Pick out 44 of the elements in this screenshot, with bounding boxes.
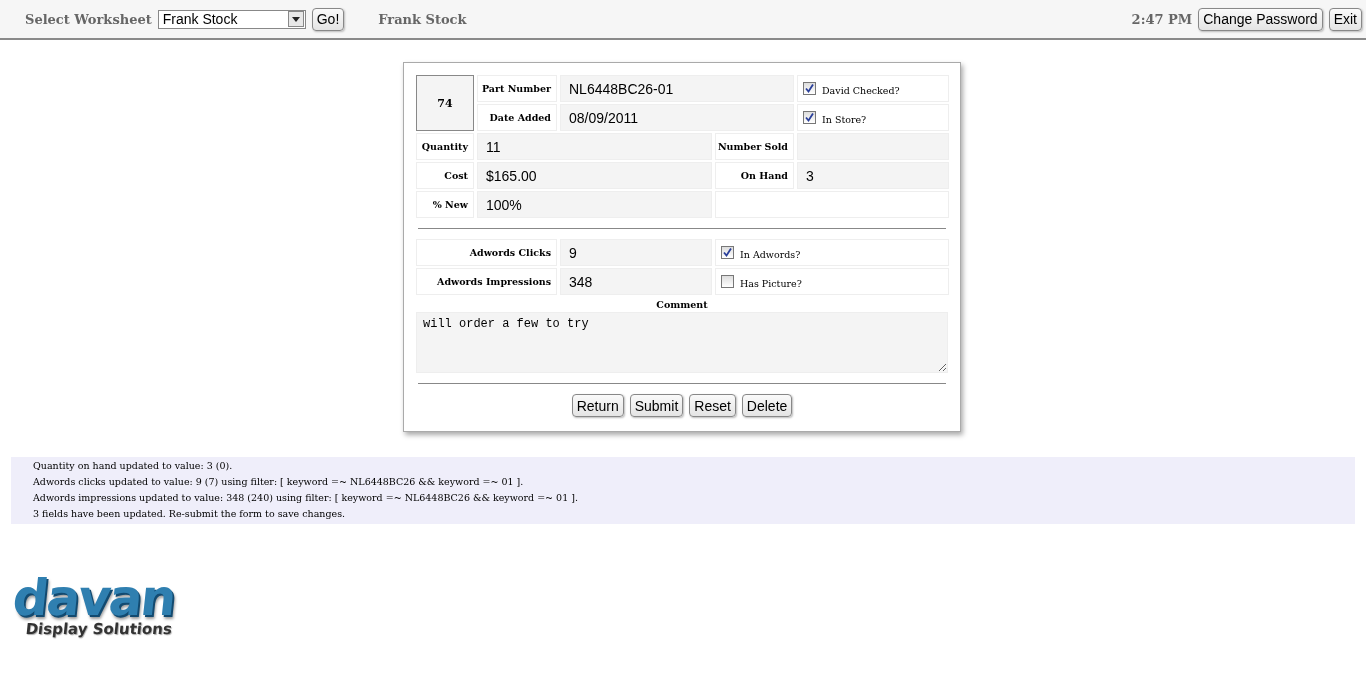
worksheet-select[interactable]: Frank Stock — [157, 9, 306, 29]
field-label: Part Number — [477, 75, 557, 102]
field-label: Number Sold — [715, 133, 794, 160]
field-label: Date Added — [477, 104, 557, 131]
value-field[interactable]: 3 — [797, 162, 949, 189]
field-label: Quantity — [416, 133, 474, 160]
exit-button[interactable]: Exit — [1328, 7, 1362, 31]
field-label: Cost — [416, 162, 474, 189]
reset-button[interactable]: Reset — [689, 394, 736, 417]
worksheet-title: Frank Stock — [378, 11, 467, 27]
record-id: 74 — [416, 75, 474, 131]
value-field[interactable]: 9 — [560, 239, 712, 266]
clock-time: 2:47 PM — [1131, 11, 1193, 27]
value-field[interactable]: 100% — [477, 191, 712, 218]
checkbox[interactable] — [803, 111, 816, 124]
comment-label: Comment — [656, 299, 708, 310]
return-button[interactable]: Return — [571, 394, 624, 417]
status-message: Adwords clicks updated to value: 9 (7) using filter: [ keyword =~ NL6448BC26 && keyword =~ 01 ]. — [33, 475, 525, 489]
checkbox[interactable] — [803, 82, 816, 95]
checkbox[interactable] — [721, 275, 734, 288]
value-field[interactable]: 348 — [560, 268, 712, 295]
part-number-field[interactable]: NL6448BC26-01 — [560, 75, 794, 102]
checkbox-label: Has Picture? — [740, 277, 802, 289]
field-label: % New — [416, 191, 474, 218]
status-message: Quantity on hand updated to value: 3 (0). — [33, 459, 234, 473]
comment-field[interactable]: will order a few to try — [416, 312, 948, 373]
company-logo: davan Display Solutions — [8, 576, 179, 638]
submit-button[interactable]: Submit — [629, 394, 684, 417]
change-password-button[interactable]: Change Password — [1198, 7, 1323, 31]
field-label: Adwords Impressions — [416, 268, 557, 295]
value-field[interactable]: 11 — [477, 133, 712, 160]
checkbox-label: David Checked? — [822, 84, 900, 96]
checkbox-label: In Store? — [822, 113, 867, 125]
field-label: On Hand — [715, 162, 794, 189]
status-message: Adwords impressions updated to value: 348 (240) using filter: [ keyword =~ NL6448BC26 && keyword =~ 01 ]. — [33, 491, 579, 505]
go-button[interactable]: Go! — [311, 7, 345, 31]
checkbox[interactable] — [721, 246, 734, 259]
select-label: Select Worksheet — [25, 11, 152, 27]
date-added-field[interactable]: 08/09/2011 — [560, 104, 794, 131]
delete-button[interactable]: Delete — [741, 394, 793, 417]
value-field[interactable]: $165.00 — [477, 162, 712, 189]
field-label: Adwords Clicks — [416, 239, 557, 266]
checkbox-label: In Adwords? — [740, 248, 801, 260]
status-message: 3 fields have been updated. Re-submit the form to save changes. — [33, 507, 347, 521]
